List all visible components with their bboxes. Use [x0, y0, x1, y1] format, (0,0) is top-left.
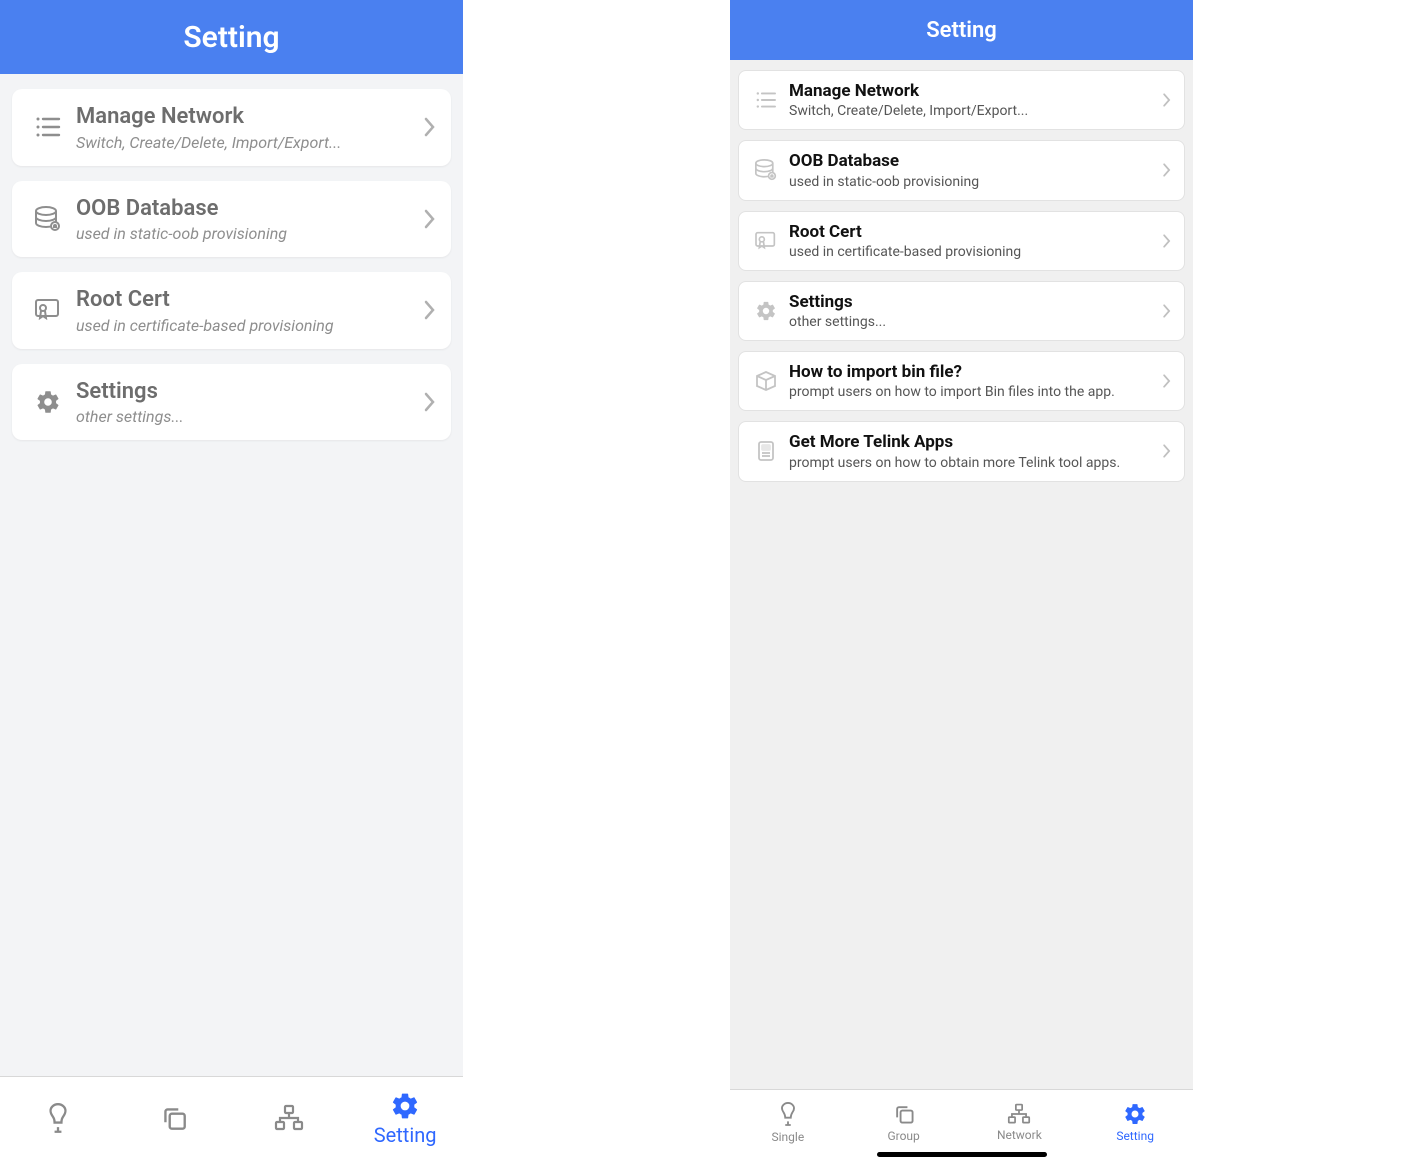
header: Setting — [730, 0, 1193, 60]
row-root-cert[interactable]: Root Cert used in certificate-based prov… — [12, 272, 451, 349]
tab-single[interactable] — [0, 1077, 116, 1161]
list-icon — [28, 116, 68, 138]
tab-label: Network — [997, 1128, 1042, 1142]
row-import-bin[interactable]: How to import bin file? prompt users on … — [738, 351, 1185, 411]
row-title: Settings — [789, 292, 1162, 313]
box-icon — [749, 370, 783, 392]
row-subtitle: Switch, Create/Delete, Import/Export... — [789, 103, 1162, 119]
row-title: Settings — [76, 378, 423, 406]
tab-label: Setting — [1116, 1129, 1154, 1143]
row-settings[interactable]: Settings other settings... — [738, 281, 1185, 341]
tab-label: Group — [887, 1129, 919, 1143]
app-icon — [749, 439, 783, 463]
certificate-icon — [28, 298, 68, 322]
header: Setting — [0, 0, 463, 74]
chevron-right-icon — [423, 208, 437, 230]
row-more-apps[interactable]: Get More Telink Apps prompt users on how… — [738, 421, 1185, 481]
tab-bar: Single Group Network Setting — [730, 1089, 1193, 1161]
chevron-right-icon — [423, 391, 437, 413]
row-subtitle: prompt users on how to import Bin files … — [789, 384, 1162, 400]
tab-bar: Setting — [0, 1076, 463, 1161]
chevron-right-icon — [1162, 233, 1172, 249]
tab-group[interactable] — [116, 1077, 232, 1161]
tab-network[interactable] — [232, 1077, 348, 1161]
row-subtitle: prompt users on how to obtain more Telin… — [789, 455, 1162, 471]
row-title: OOB Database — [789, 151, 1162, 172]
chevron-right-icon — [1162, 303, 1172, 319]
row-subtitle: used in static-oob provisioning — [789, 174, 1162, 190]
row-oob-database[interactable]: OOB Database used in static-oob provisio… — [12, 181, 451, 258]
gear-icon — [749, 300, 783, 322]
row-title: Get More Telink Apps — [789, 432, 1162, 453]
content: Manage Network Switch, Create/Delete, Im… — [730, 60, 1193, 1089]
row-title: Root Cert — [76, 286, 423, 314]
row-manage-network[interactable]: Manage Network Switch, Create/Delete, Im… — [738, 70, 1185, 130]
header-title: Setting — [183, 20, 279, 55]
row-subtitle: used in static-oob provisioning — [76, 224, 423, 243]
row-root-cert[interactable]: Root Cert used in certificate-based prov… — [738, 211, 1185, 271]
tab-label: Setting — [374, 1123, 437, 1147]
row-subtitle: Switch, Create/Delete, Import/Export... — [76, 133, 423, 152]
tab-setting[interactable]: Setting — [347, 1077, 463, 1161]
chevron-right-icon — [423, 116, 437, 138]
row-subtitle: other settings... — [76, 407, 423, 426]
chevron-right-icon — [1162, 443, 1172, 459]
tab-label: Single — [772, 1130, 805, 1144]
tab-network[interactable]: Network — [962, 1090, 1078, 1155]
tab-setting[interactable]: Setting — [1077, 1090, 1193, 1155]
row-subtitle: other settings... — [789, 314, 1162, 330]
database-icon — [28, 206, 68, 232]
row-title: How to import bin file? — [789, 362, 1162, 383]
row-settings[interactable]: Settings other settings... — [12, 364, 451, 441]
certificate-icon — [749, 231, 783, 251]
row-manage-network[interactable]: Manage Network Switch, Create/Delete, Im… — [12, 89, 451, 166]
row-subtitle: used in certificate-based provisioning — [76, 316, 423, 335]
list-icon — [749, 91, 783, 109]
gear-icon — [28, 389, 68, 415]
row-title: OOB Database — [76, 195, 423, 223]
chevron-right-icon — [423, 299, 437, 321]
chevron-right-icon — [1162, 162, 1172, 178]
left-screen: Setting Manage Network Switch, Create/De… — [0, 0, 463, 1161]
row-subtitle: used in certificate-based provisioning — [789, 244, 1162, 260]
content: Manage Network Switch, Create/Delete, Im… — [0, 74, 463, 1076]
row-title: Manage Network — [789, 81, 1162, 102]
row-title: Manage Network — [76, 103, 423, 131]
row-oob-database[interactable]: OOB Database used in static-oob provisio… — [738, 140, 1185, 200]
database-icon — [749, 159, 783, 181]
chevron-right-icon — [1162, 373, 1172, 389]
header-title: Setting — [926, 18, 997, 43]
tab-group[interactable]: Group — [846, 1090, 962, 1155]
tab-single[interactable]: Single — [730, 1090, 846, 1155]
row-title: Root Cert — [789, 222, 1162, 243]
right-screen: Setting Manage Network Switch, Create/De… — [730, 0, 1193, 1161]
home-indicator — [877, 1152, 1047, 1157]
chevron-right-icon — [1162, 92, 1172, 108]
